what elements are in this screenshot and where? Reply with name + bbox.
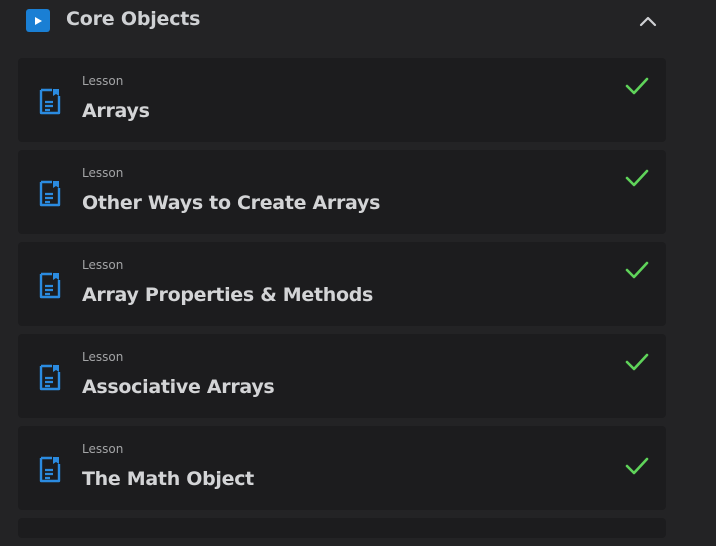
lesson-title[interactable]: The Math Object (82, 468, 254, 490)
document-icon (39, 456, 61, 483)
document-icon (39, 88, 61, 115)
lesson-title[interactable]: Associative Arrays (82, 376, 275, 398)
chevron-up-icon (639, 16, 657, 27)
check-icon (625, 353, 649, 371)
check-icon (625, 169, 649, 187)
lesson-title[interactable]: Other Ways to Create Arrays (82, 192, 380, 214)
collapse-button[interactable] (634, 8, 662, 34)
lesson-card[interactable]: Lesson Other Ways to Create Arrays (18, 150, 666, 234)
lesson-title[interactable]: Array Properties & Methods (82, 284, 373, 306)
document-icon (39, 180, 61, 207)
check-icon (625, 457, 649, 475)
lesson-card[interactable]: Lesson The Math Object (18, 426, 666, 510)
check-icon (625, 261, 649, 279)
lesson-list: Lesson Arrays Lesson Other Ways to Creat… (18, 58, 666, 546)
lesson-type-label: Lesson (82, 166, 124, 180)
lesson-type-label: Lesson (82, 350, 124, 364)
lesson-type-label: Lesson (82, 258, 124, 272)
lesson-card-partial[interactable] (18, 518, 666, 538)
document-icon (39, 272, 61, 299)
lesson-card[interactable]: Lesson Associative Arrays (18, 334, 666, 418)
lesson-type-label: Lesson (82, 74, 124, 88)
lesson-title[interactable]: Arrays (82, 100, 150, 122)
lesson-card[interactable]: Lesson Arrays (18, 58, 666, 142)
play-icon (26, 9, 50, 32)
section-title: Core Objects (66, 8, 201, 30)
lesson-type-label: Lesson (82, 442, 124, 456)
section-header[interactable]: Core Objects (0, 0, 716, 44)
lesson-card[interactable]: Lesson Array Properties & Methods (18, 242, 666, 326)
document-icon (39, 364, 61, 391)
check-icon (625, 77, 649, 95)
